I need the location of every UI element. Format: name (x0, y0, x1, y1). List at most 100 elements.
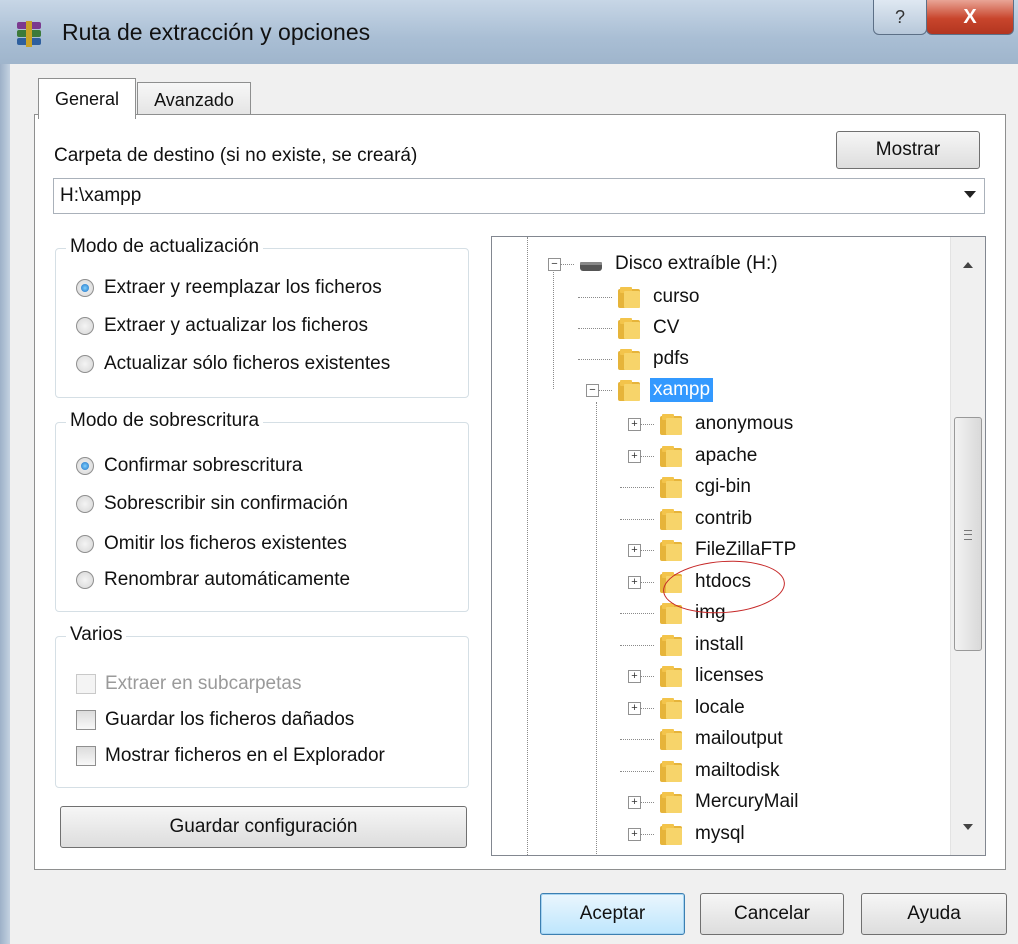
tree-line (598, 390, 612, 391)
tree-line (640, 802, 654, 803)
tree-node-folder[interactable]: apache (658, 441, 760, 471)
chevron-down-icon[interactable] (964, 191, 976, 198)
tree-line (620, 613, 654, 614)
tree-node-folder[interactable]: mysql (658, 819, 748, 849)
radio-button[interactable] (76, 279, 94, 297)
folder-icon (660, 414, 682, 435)
close-icon: X (963, 5, 977, 28)
tree-line (620, 487, 654, 488)
tree-line (640, 708, 654, 709)
folder-icon (660, 698, 682, 719)
tree-node-xampp[interactable]: xampp (616, 375, 714, 405)
window-title: Ruta de extracción y opciones (62, 19, 371, 45)
radio-extract-update[interactable]: Extraer y actualizar los ficheros (76, 315, 368, 337)
tree-line (620, 739, 654, 740)
radio-update-existing[interactable]: Actualizar sólo ficheros existentes (76, 353, 390, 375)
misc-group: Varios Extraer en subcarpetas Guardar lo… (55, 624, 469, 788)
tree-node-drive[interactable]: Disco extraíble (H:) (578, 249, 781, 279)
removable-drive-icon (580, 262, 602, 271)
tree-line (578, 359, 612, 360)
scroll-down-arrow-icon[interactable] (963, 824, 973, 830)
radio-extract-replace[interactable]: Extraer y reemplazar los ficheros (76, 277, 382, 299)
tree-line (620, 771, 654, 772)
window-frame-edge (0, 64, 10, 944)
folder-icon (660, 729, 682, 750)
tree-line (553, 269, 554, 389)
radio-button[interactable] (76, 355, 94, 373)
tab-general[interactable]: General (38, 78, 136, 119)
destination-path-value: H:\xampp (60, 185, 142, 206)
folder-icon (660, 509, 682, 530)
radio-overwrite-without-confirm[interactable]: Sobrescribir sin confirmación (76, 493, 348, 515)
help-button[interactable]: Ayuda (861, 893, 1007, 935)
tree-line (640, 582, 654, 583)
tree-line (640, 834, 654, 835)
tab-avanzado[interactable]: Avanzado (137, 82, 251, 117)
folder-icon (660, 572, 682, 593)
radio-button[interactable] (76, 571, 94, 589)
tree-node-folder[interactable]: anonymous (658, 409, 796, 439)
tree-line (640, 676, 654, 677)
tree-node-folder[interactable]: install (658, 630, 747, 660)
folder-icon (618, 380, 640, 401)
tree-node-folder[interactable]: curso (616, 282, 702, 312)
tree-node-folder[interactable]: CV (616, 313, 682, 343)
tree-node-folder[interactable]: mailtodisk (658, 756, 782, 786)
radio-button[interactable] (76, 317, 94, 335)
folder-icon (660, 761, 682, 782)
radio-confirm-overwrite[interactable]: Confirmar sobrescritura (76, 455, 303, 477)
tree-node-folder[interactable]: licenses (658, 661, 767, 691)
tree-node-folder[interactable]: img (658, 598, 729, 628)
checkbox[interactable] (76, 710, 96, 730)
folder-icon (618, 349, 640, 370)
cancel-button[interactable]: Cancelar (700, 893, 844, 935)
tree-node-folder[interactable]: locale (658, 693, 748, 723)
tree-line (596, 402, 597, 855)
radio-skip-existing[interactable]: Omitir los ficheros existentes (76, 533, 347, 555)
folder-icon (618, 318, 640, 339)
folder-tree[interactable]: − Disco extraíble (H:) curso CV pdfs − xampp… (491, 236, 986, 856)
checkbox[interactable] (76, 746, 96, 766)
scrollbar-thumb[interactable] (954, 417, 982, 651)
tree-node-folder[interactable]: pdfs (616, 344, 692, 374)
checkbox-keep-broken-files[interactable]: Guardar los ficheros dañados (76, 709, 354, 731)
save-settings-button[interactable]: Guardar configuración (60, 806, 467, 848)
tree-node-folder[interactable]: mailoutput (658, 724, 786, 754)
folder-icon (660, 792, 682, 813)
close-button[interactable]: X (926, 0, 1014, 35)
tree-node-folder[interactable]: htdocs (658, 567, 754, 597)
radio-button[interactable] (76, 457, 94, 475)
radio-button[interactable] (76, 535, 94, 553)
update-mode-legend: Modo de actualización (66, 236, 264, 258)
destination-path-combobox[interactable]: H:\xampp (53, 178, 985, 214)
tree-node-folder[interactable]: FileZillaFTP (658, 535, 799, 565)
tree-node-folder[interactable]: contrib (658, 504, 755, 534)
tree-node-folder[interactable]: MercuryMail (658, 787, 801, 817)
checkbox-extract-subfolders[interactable]: Extraer en subcarpetas (76, 673, 301, 695)
folder-icon (660, 603, 682, 624)
winrar-icon (17, 21, 41, 47)
tree-line (560, 264, 574, 265)
tree-node-folder[interactable]: cgi-bin (658, 472, 754, 502)
help-title-button[interactable]: ? (873, 0, 927, 35)
tree-line (527, 237, 528, 855)
overwrite-mode-legend: Modo de sobrescritura (66, 410, 264, 432)
overwrite-mode-group: Modo de sobrescritura Confirmar sobrescr… (55, 410, 469, 612)
tree-line (578, 297, 612, 298)
tree-line (578, 328, 612, 329)
folder-icon (618, 287, 640, 308)
tree-line (640, 456, 654, 457)
tree-line (640, 424, 654, 425)
folder-icon (660, 666, 682, 687)
grip-icon (964, 530, 972, 540)
ok-button[interactable]: Aceptar (540, 893, 685, 935)
show-button[interactable]: Mostrar (836, 131, 980, 169)
tree-line (640, 550, 654, 551)
checkbox-show-in-explorer[interactable]: Mostrar ficheros en el Explorador (76, 745, 385, 767)
radio-auto-rename[interactable]: Renombrar automáticamente (76, 569, 350, 591)
scroll-up-arrow-icon[interactable] (963, 262, 973, 268)
update-mode-group: Modo de actualización Extraer y reemplaz… (55, 236, 469, 398)
checkbox[interactable] (76, 674, 96, 694)
radio-button[interactable] (76, 495, 94, 513)
tree-vertical-scrollbar[interactable] (950, 237, 985, 855)
